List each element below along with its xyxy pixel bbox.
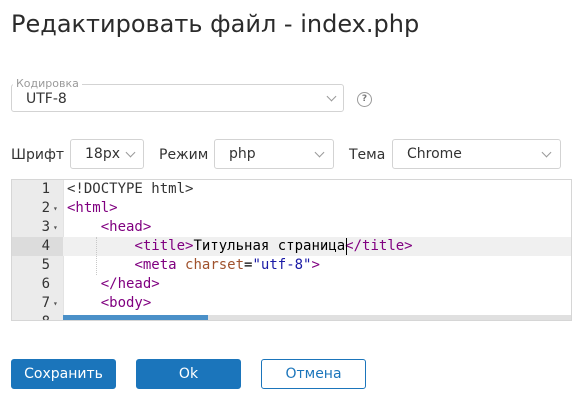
html-open-tag: <html> (67, 200, 118, 216)
code-line-2: <html> (67, 199, 118, 218)
title-text: Титульная страница (193, 238, 346, 254)
head-open-tag: <head> (100, 219, 152, 235)
body-open-tag: <body> (100, 295, 152, 311)
code-editor[interactable]: 1 2 ▾ 3 ▾ 4 5 6 7 ▾ 8 <!DOCTYPE html> <h… (11, 179, 572, 321)
code-line-7: <body> (67, 294, 152, 313)
fold-arrow-icon[interactable]: ▾ (53, 199, 58, 218)
line-number: 1 (41, 181, 50, 197)
edit-file-dialog: Редактировать файл - index.php UTF-8 Код… (0, 0, 572, 401)
code-line-5: <meta charset="utf-8"> (67, 256, 320, 275)
head-close-tag: </head> (100, 276, 160, 292)
line-number: 4 (41, 238, 50, 254)
help-icon[interactable]: ? (357, 92, 372, 107)
chevron-down-icon (125, 147, 136, 158)
line-number: 2 (41, 200, 50, 216)
meta-tag: <meta (134, 257, 177, 273)
title-close-tag: </title> (345, 238, 413, 254)
theme-select[interactable]: Chrome (392, 139, 561, 169)
dialog-title: Редактировать файл - index.php (11, 10, 420, 38)
code-line-3: <head> (67, 218, 152, 237)
line-number: 8 (12, 313, 50, 320)
fold-arrow-icon[interactable]: ▾ (53, 218, 58, 237)
horizontal-scrollbar-thumb[interactable] (63, 315, 208, 320)
code-line-6: </head> (67, 275, 160, 294)
font-size-select[interactable]: 18px (70, 139, 144, 169)
code-line-1: <!DOCTYPE html> (67, 181, 194, 197)
charset-value: "utf-8" (252, 257, 312, 273)
text-cursor (346, 238, 348, 255)
charset-attr: charset (185, 257, 245, 273)
encoding-value: UTF-8 (26, 91, 67, 107)
line-number: 5 (41, 257, 50, 273)
title-open-tag: <title> (134, 238, 194, 254)
encoding-legend: Кодировка (13, 77, 82, 90)
fold-arrow-icon[interactable]: ▾ (53, 294, 58, 313)
chevron-down-icon (314, 147, 325, 158)
chevron-down-icon (541, 147, 552, 158)
line-number: 7 (41, 295, 50, 311)
theme-label: Тема (349, 147, 386, 163)
line-number: 6 (41, 276, 50, 292)
mode-value: php (229, 146, 256, 162)
chevron-down-icon (326, 91, 337, 102)
line-number: 3 (41, 219, 50, 235)
meta-tag-end: > (311, 257, 320, 273)
cancel-button[interactable]: Отмена (261, 359, 366, 389)
save-button[interactable]: Сохранить (11, 359, 116, 389)
theme-value: Chrome (407, 146, 462, 162)
font-size-value: 18px (85, 146, 120, 162)
font-label: Шрифт (11, 147, 65, 163)
ok-button[interactable]: Ok (136, 359, 241, 389)
mode-label: Режим (159, 147, 209, 163)
mode-select[interactable]: php (214, 139, 334, 169)
code-line-4: <title>Титульная страница</title> (67, 237, 413, 256)
